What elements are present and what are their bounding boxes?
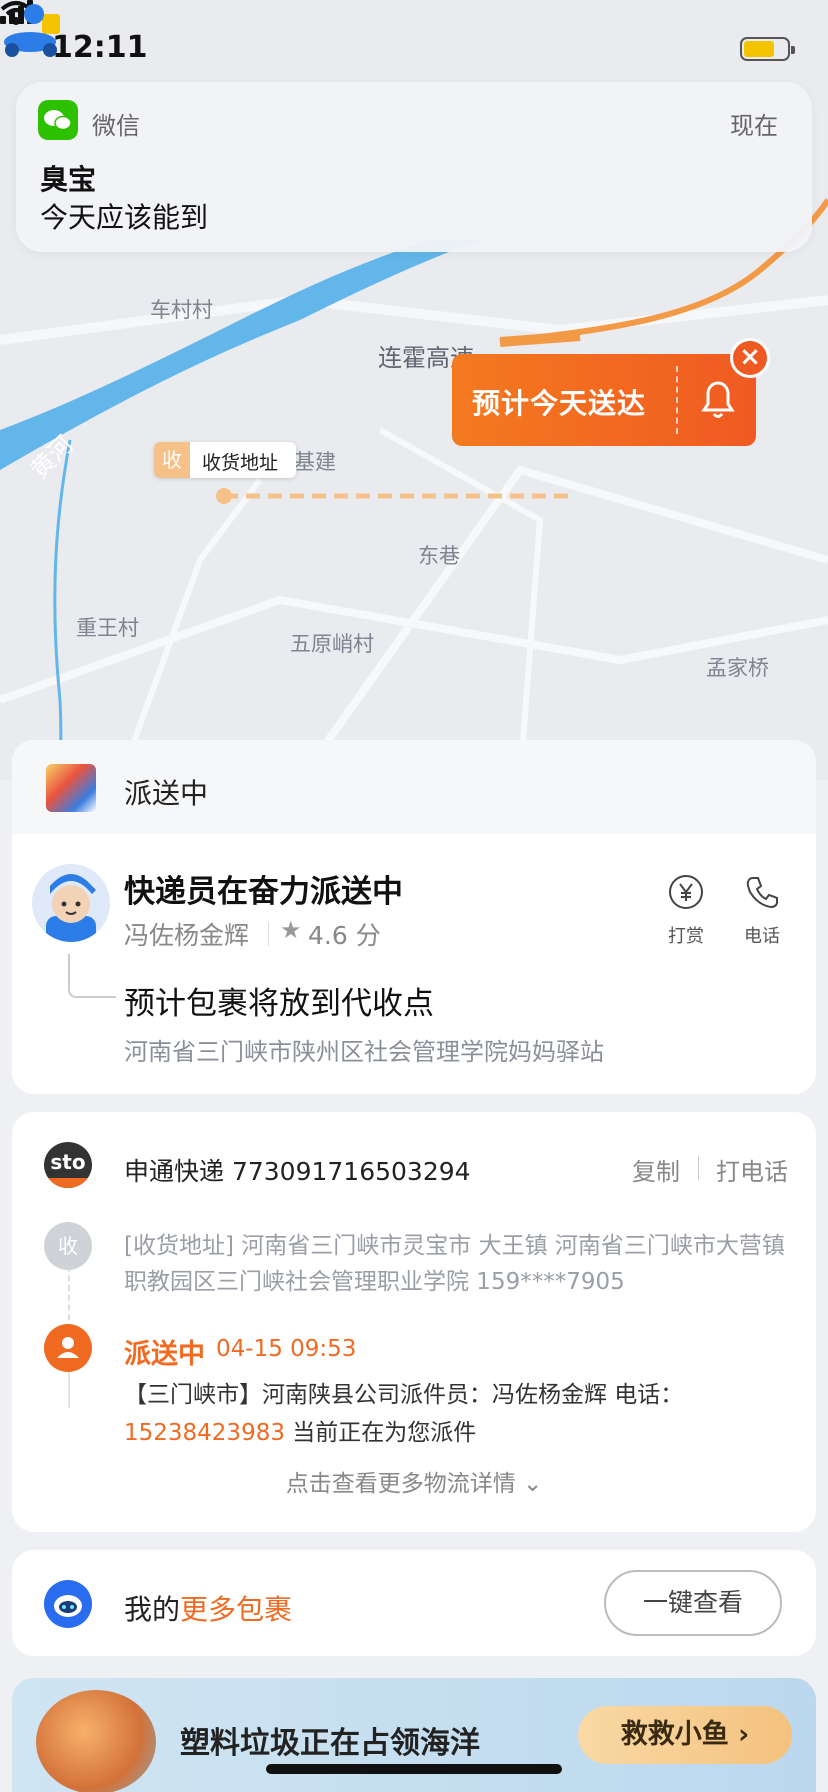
bell-icon[interactable]: [696, 376, 740, 422]
destination-title: 预计包裹将放到代收点: [124, 986, 434, 1022]
sto-logo: sto: [44, 1142, 92, 1188]
view-all-button[interactable]: 一键查看: [604, 1570, 782, 1636]
courier-phone-link[interactable]: 15238423983: [124, 1420, 285, 1446]
tip-button[interactable]: 打赏: [656, 874, 716, 948]
chevron-down-icon: ⌄: [523, 1471, 543, 1497]
phone-icon: [746, 877, 778, 909]
package-thumbnail: [46, 764, 96, 812]
eta-bubble[interactable]: 预计今天送达: [452, 354, 756, 446]
map-label-place: 重王村: [76, 616, 139, 640]
call-courier-button[interactable]: 电话: [732, 874, 792, 948]
wechat-icon: [38, 100, 78, 140]
notification-app-name: 微信: [92, 112, 140, 140]
receiving-address-text: [收货地址] 河南省三门峡市灵宝市 大王镇 河南省三门峡市大营镇职教园区三门峡社…: [124, 1233, 785, 1295]
event-description: 【三门峡市】河南陕县公司派件员：冯佐杨金辉 电话： 15238423983 当前正…: [124, 1376, 804, 1452]
more-packages-text: 我的更多包裹: [124, 1588, 292, 1628]
more-packages-highlight: 更多包裹: [180, 1593, 293, 1626]
battery-icon: [740, 37, 795, 61]
delivery-status-title: 派送中: [124, 777, 209, 810]
timeline-courier-dot: [44, 1324, 92, 1372]
banner-text: 塑料垃圾正在占领海洋: [180, 1726, 480, 1761]
sto-logo-text: sto: [50, 1150, 86, 1174]
status-bar: 12:11: [0, 0, 828, 90]
receiving-address-label: 收货地址: [202, 452, 279, 474]
carrier-tracking-number: 申通快递 773091716503294: [124, 1157, 471, 1186]
event-desc-text: 【三门峡市】河南陕县公司派件员：冯佐杨金辉 电话：: [124, 1382, 684, 1408]
receive-char: 收: [154, 442, 190, 478]
assistant-icon: [44, 1580, 92, 1628]
map-label-place: 五原峭村: [290, 632, 374, 656]
courier-scooter-icon[interactable]: [0, 0, 74, 58]
connector-line: [68, 954, 116, 998]
wechat-notification[interactable]: 微信 现在 臭宝 今天应该能到: [16, 82, 812, 252]
courier-rating: 4.6 分: [308, 921, 381, 950]
save-fish-button[interactable]: 救救小鱼 ›: [578, 1706, 792, 1764]
map-label-place: 车村村: [150, 298, 213, 322]
more-logistics-link[interactable]: 点击查看更多物流详情 ⌄: [12, 1464, 816, 1498]
map-view[interactable]: 车村村 连霍高速 黄河 基建 东巷 重王村 五原峭村 孟家桥 12:11 微信 …: [0, 0, 828, 780]
receiving-address-tag[interactable]: 收 收货地址: [154, 442, 296, 478]
tip-label: 打赏: [668, 926, 704, 947]
map-label-place: 东巷: [418, 544, 460, 568]
ocean-plastic-banner[interactable]: 塑料垃圾正在占领海洋 救救小鱼 ›: [12, 1678, 816, 1792]
map-label-place: 基建: [294, 450, 336, 474]
event-desc-text: 当前正在为您派件: [284, 1420, 477, 1446]
courier-name: 冯佐杨金辉: [124, 921, 250, 950]
event-time: 04-15 09:53: [216, 1336, 357, 1362]
notification-message: 今天应该能到: [40, 201, 209, 234]
delivery-card-header: 派送中: [12, 740, 816, 834]
star-icon: ★: [280, 916, 302, 944]
more-packages-card[interactable]: 我的更多包裹 一键查看: [12, 1550, 816, 1656]
courier-avatar: [32, 864, 110, 942]
home-indicator[interactable]: [266, 1764, 562, 1774]
call-carrier-button[interactable]: 打电话: [716, 1152, 788, 1187]
close-icon[interactable]: ×: [730, 338, 770, 378]
tracking-card: sto 申通快递 773091716503294 复制 打电话 收 [收货地址]…: [12, 1112, 816, 1532]
map-label-place: 孟家桥: [706, 656, 769, 680]
eta-text: 预计今天送达: [472, 387, 647, 420]
notification-time: 现在: [730, 112, 778, 140]
destination-address: 河南省三门峡市陕州区社会管理学院妈妈驿站: [124, 1038, 604, 1066]
courier-headline: 快递员在奋力派送中: [124, 874, 403, 910]
more-logistics-label: 点击查看更多物流详情: [285, 1471, 516, 1497]
person-icon: [57, 1337, 79, 1358]
notification-sender: 臭宝: [40, 163, 97, 196]
timeline-receive-dot: 收: [44, 1222, 92, 1270]
yen-icon: [669, 875, 703, 909]
eta-divider: [676, 366, 678, 434]
more-packages-prefix: 我的: [124, 1593, 181, 1626]
call-label: 电话: [744, 926, 780, 947]
copy-button[interactable]: 复制: [632, 1152, 680, 1187]
fish-illustration: [36, 1690, 156, 1792]
divider: [698, 1156, 699, 1180]
divider: [268, 922, 269, 946]
event-status: 派送中: [124, 1339, 205, 1370]
delivery-status-card: 派送中 快递员在奋力派送中 冯佐杨金辉 ★ 4.6 分 打赏 电话 预计包裹将放…: [12, 740, 816, 1094]
